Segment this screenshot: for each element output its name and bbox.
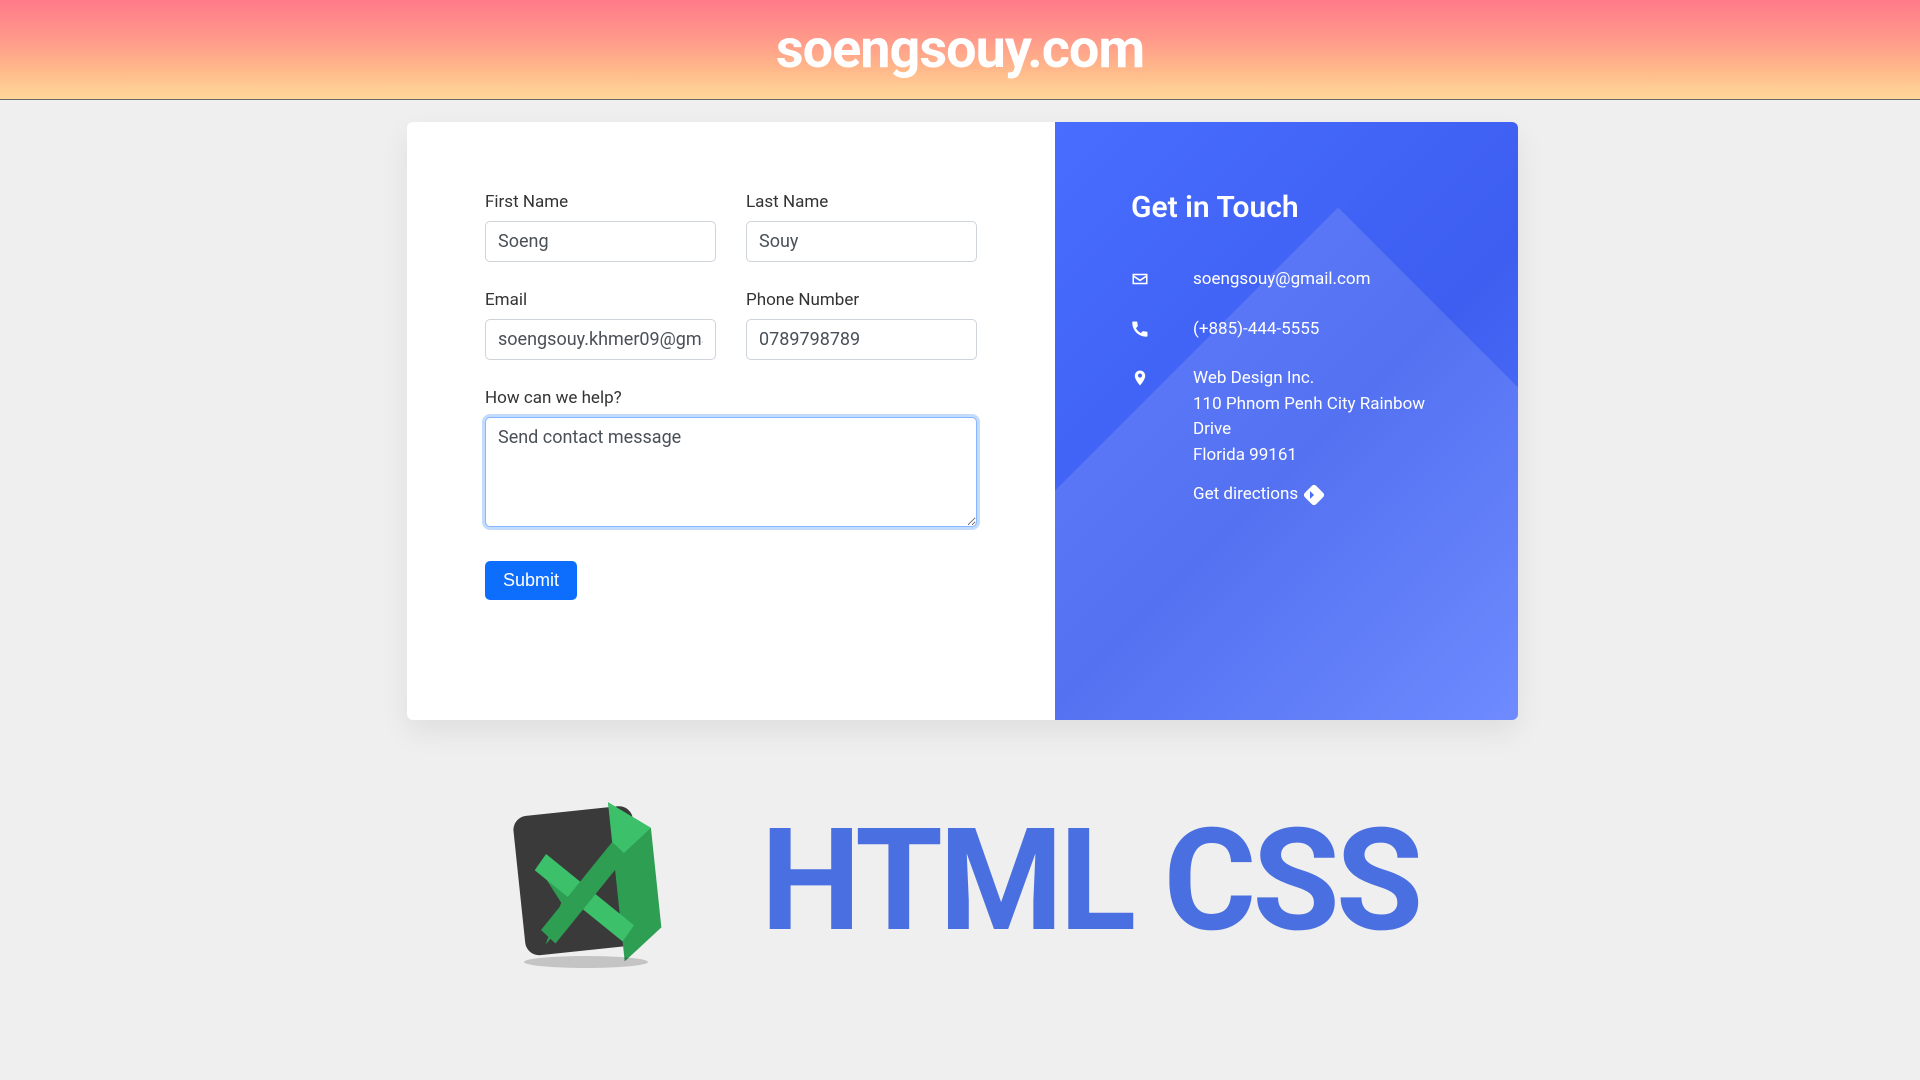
first-name-input[interactable]	[485, 221, 716, 262]
contact-title: Get in Touch	[1131, 190, 1464, 225]
last-name-input[interactable]	[746, 221, 977, 262]
message-textarea[interactable]: Send contact message	[485, 417, 977, 527]
first-name-label: First Name	[485, 192, 716, 212]
contact-form: First Name Last Name Email Phone Number	[407, 122, 1055, 720]
phone-group: Phone Number	[746, 290, 977, 360]
address-name: Web Design Inc.	[1193, 368, 1314, 388]
contact-phone-row: (+885)-444-5555	[1131, 317, 1464, 343]
message-group: How can we help? Send contact message	[485, 388, 977, 527]
address-region: Florida 99161	[1193, 445, 1297, 465]
header-banner: soengsouy.com	[0, 0, 1920, 100]
contact-address: Web Design Inc. 110 Phnom Penh City Rain…	[1193, 366, 1464, 508]
address-line: 110 Phnom Penh City Rainbow Drive	[1193, 394, 1425, 440]
contact-address-row: Web Design Inc. 110 Phnom Penh City Rain…	[1131, 366, 1464, 508]
contact-email-row: soengsouy@gmail.com	[1131, 267, 1464, 293]
phone-label: Phone Number	[746, 290, 977, 310]
contact-info-panel: Get in Touch soengsouy@gmail.com (+885)-…	[1055, 122, 1518, 720]
phone-icon	[1131, 320, 1149, 338]
message-label: How can we help?	[485, 388, 977, 408]
contact-phone: (+885)-444-5555	[1193, 317, 1319, 343]
footer-title: HTML CSS	[761, 797, 1419, 964]
last-name-label: Last Name	[746, 192, 977, 212]
get-directions-link[interactable]: Get directions	[1193, 482, 1322, 508]
email-label: Email	[485, 290, 716, 310]
body-area: First Name Last Name Email Phone Number	[0, 100, 1920, 1080]
first-name-group: First Name	[485, 192, 716, 262]
vscode-icon	[501, 790, 671, 970]
contact-card: First Name Last Name Email Phone Number	[407, 122, 1518, 720]
email-group: Email	[485, 290, 716, 360]
envelope-icon	[1131, 270, 1149, 288]
footer-area: HTML CSS	[0, 790, 1920, 970]
map-pin-icon	[1131, 369, 1149, 387]
email-input[interactable]	[485, 319, 716, 360]
submit-button[interactable]: Submit	[485, 561, 577, 600]
directions-icon	[1303, 483, 1326, 506]
contact-email: soengsouy@gmail.com	[1193, 267, 1371, 293]
last-name-group: Last Name	[746, 192, 977, 262]
phone-input[interactable]	[746, 319, 977, 360]
site-title: soengsouy.com	[776, 18, 1144, 81]
directions-label: Get directions	[1193, 482, 1298, 508]
